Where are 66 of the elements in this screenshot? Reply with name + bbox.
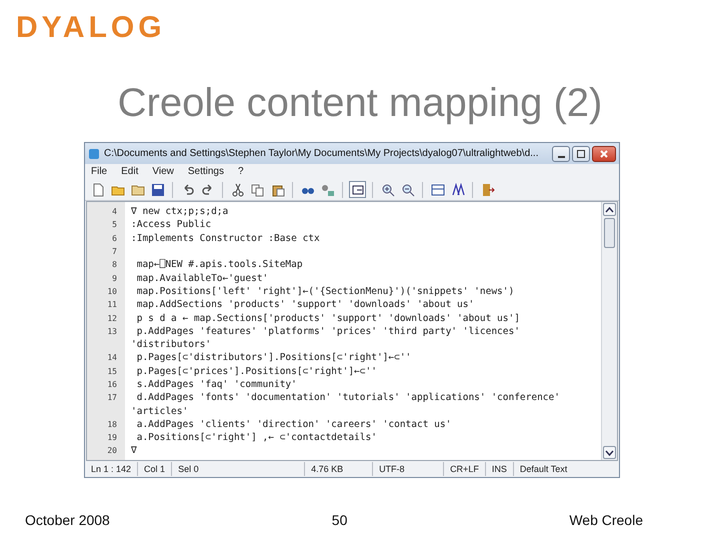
status-field: INS: [486, 462, 514, 476]
code-line: s.AddPages 'faq' 'community': [136, 379, 297, 390]
line-number: 15: [106, 366, 118, 376]
status-field: Ln 1 : 142: [85, 462, 138, 476]
status-field: CR+LF: [444, 462, 486, 476]
status-field: Col 1: [138, 462, 172, 476]
vertical-scrollbar[interactable]: [601, 202, 617, 460]
line-number: 14: [106, 353, 118, 362]
maximize-button[interactable]: [572, 146, 590, 162]
status-field: Default Text: [514, 462, 574, 476]
line-number: 12: [106, 314, 118, 323]
code-line: p.AddPages 'features' 'platforms' 'prices' 'third party' 'licences': [136, 326, 520, 337]
line-number: 4: [111, 207, 118, 216]
code-line: :Implements Constructor :Base ctx: [131, 232, 320, 244]
footer-date: October 2008: [25, 512, 110, 528]
close-icon: [599, 148, 609, 158]
page-number: 50: [332, 512, 348, 528]
menu-item[interactable]: ?: [238, 166, 244, 177]
app-icon: [88, 148, 100, 160]
line-number: 6: [111, 234, 118, 243]
scroll-down-icon[interactable]: [603, 446, 616, 459]
menu-item[interactable]: View: [152, 166, 174, 177]
menu-item[interactable]: File: [91, 166, 108, 177]
line-number: 13: [106, 326, 118, 336]
line-number: 8: [111, 260, 118, 270]
window-title: C:\Documents and Settings\Stephen Taylor\My Documents\My Projects\dyalog07\ultralightweb\d...: [104, 148, 540, 159]
menu-item[interactable]: Settings: [188, 166, 224, 177]
minimize-icon: [558, 156, 564, 158]
status-field: UTF-8: [373, 462, 444, 476]
code-line: map.AvailableTo←'guest': [136, 272, 268, 284]
status-field: Sel 0: [172, 462, 306, 476]
footer-topic: Web Creole: [569, 512, 643, 528]
code-line: p s d a ← map.Sections['products' 'support' 'downloads' 'about us']: [136, 312, 520, 324]
line-number: 18: [106, 420, 118, 429]
code-line: ∇ new ctx;p;s;d;a: [131, 206, 228, 218]
maximize-icon: [576, 148, 586, 158]
code-line: 'distributors': [131, 339, 212, 350]
code-line: map.Positions['left' 'right']←('{SectionMenu}')('snippets' 'news'): [136, 286, 514, 297]
line-number: 17: [106, 393, 118, 402]
save-icon[interactable]: [149, 181, 166, 198]
code-line: a.AddPages 'clients' 'direction' 'careers' 'contact us': [136, 418, 452, 430]
line-number: 19: [106, 433, 118, 442]
menu-item[interactable]: Edit: [121, 166, 138, 177]
code-line: map.AddSections 'products' 'support' 'downloads' 'about us': [136, 299, 474, 310]
slide-title: Creole content mapping (2): [116, 80, 604, 126]
close-button[interactable]: [592, 146, 616, 162]
line-number: 16: [106, 380, 118, 389]
line-number: 10: [106, 286, 118, 296]
line-number: 5: [111, 220, 118, 230]
code-line: 'articles': [131, 406, 188, 417]
code-line: :Access Public: [131, 219, 212, 230]
code-line: p.Pages[⊂'prices'].Positions[⊂'right']←⊂'': [136, 366, 377, 377]
minimize-button[interactable]: [552, 146, 570, 162]
code-line: a.Positions[⊂'right'] ,← ⊂'contactdetails': [136, 432, 377, 444]
status-field: 4.76 KB: [305, 462, 374, 476]
line-number: 11: [106, 300, 118, 310]
code-line: map←⎕NEW #.apis.tools.SiteMap: [136, 259, 303, 270]
code-line: p.Pages[⊂'distributors'].Positions[⊂'right']←⊂'': [136, 352, 412, 364]
code-line: ∇: [131, 445, 137, 456]
line-number: 9: [111, 274, 118, 283]
scroll-up-icon[interactable]: [603, 203, 616, 216]
line-number: 7: [111, 247, 118, 256]
company-logo: DYALOG: [16, 10, 166, 46]
line-number: 20: [106, 446, 118, 456]
code-line: d.AddPages 'fonts' 'documentation' 'tutorials' 'applications' 'conference': [136, 392, 560, 404]
scrollbar-thumb[interactable]: [604, 218, 615, 248]
